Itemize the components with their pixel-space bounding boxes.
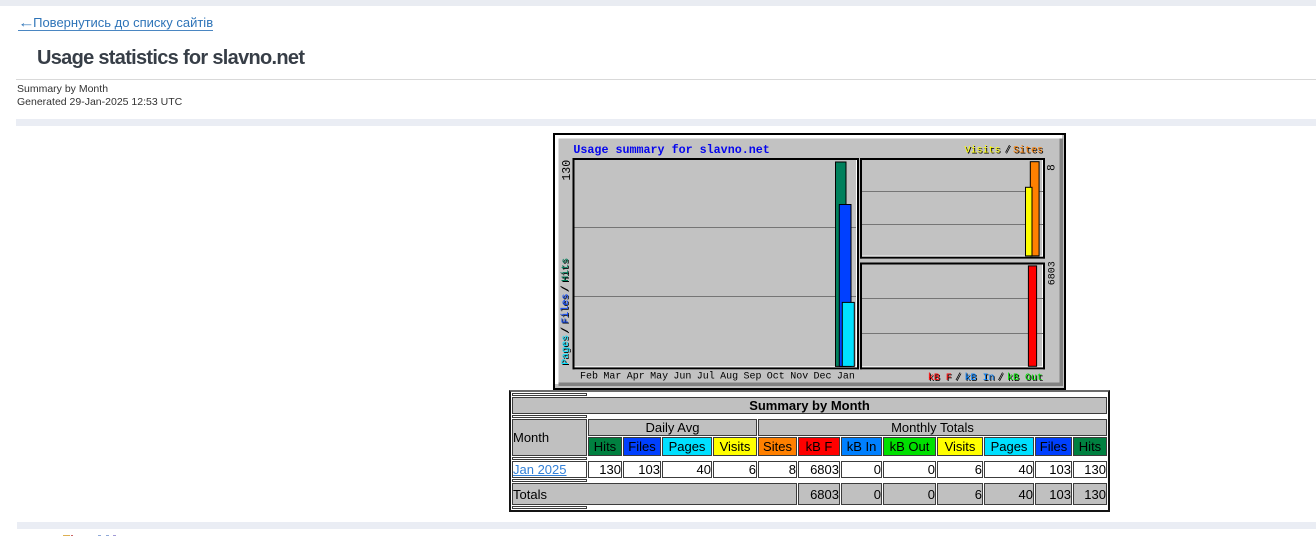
svg-text:Dec: Dec (814, 372, 832, 383)
svg-text:Pages: Pages (561, 335, 572, 365)
svg-text:Files: Files (560, 293, 572, 323)
svg-text:/: / (998, 372, 1004, 384)
svg-text:kB F: kB F (928, 372, 952, 384)
svg-text:May: May (650, 372, 668, 383)
svg-text:Oct: Oct (767, 372, 785, 383)
svg-text:Jan: Jan (837, 372, 855, 383)
svg-text:/: / (560, 285, 572, 291)
svg-text:Jun: Jun (673, 372, 691, 383)
svg-text:Hits: Hits (560, 258, 572, 282)
svg-text:Sep: Sep (744, 372, 762, 383)
svg-text:Visits: Visits (965, 145, 1001, 157)
svg-text:/: / (1005, 145, 1011, 157)
svg-text:6803: 6803 (1048, 261, 1059, 285)
svg-text:/: / (560, 327, 572, 333)
svg-text:Nov: Nov (790, 372, 808, 383)
svg-text:Sites: Sites (1013, 145, 1043, 157)
svg-text:kB In: kB In (965, 372, 995, 384)
svg-text:/: / (955, 372, 961, 384)
svg-text:Usage summary for slavno.net: Usage summary for slavno.net (573, 143, 769, 157)
svg-text:Mar: Mar (603, 372, 621, 383)
svg-text:8: 8 (1047, 164, 1059, 171)
svg-text:Aug: Aug (720, 372, 738, 383)
svg-text:130: 130 (561, 160, 574, 181)
svg-text:Apr: Apr (627, 372, 645, 383)
svg-text:Feb: Feb (580, 371, 598, 383)
svg-text:kB Out: kB Out (1007, 372, 1043, 384)
svg-text:Jul: Jul (697, 371, 715, 383)
